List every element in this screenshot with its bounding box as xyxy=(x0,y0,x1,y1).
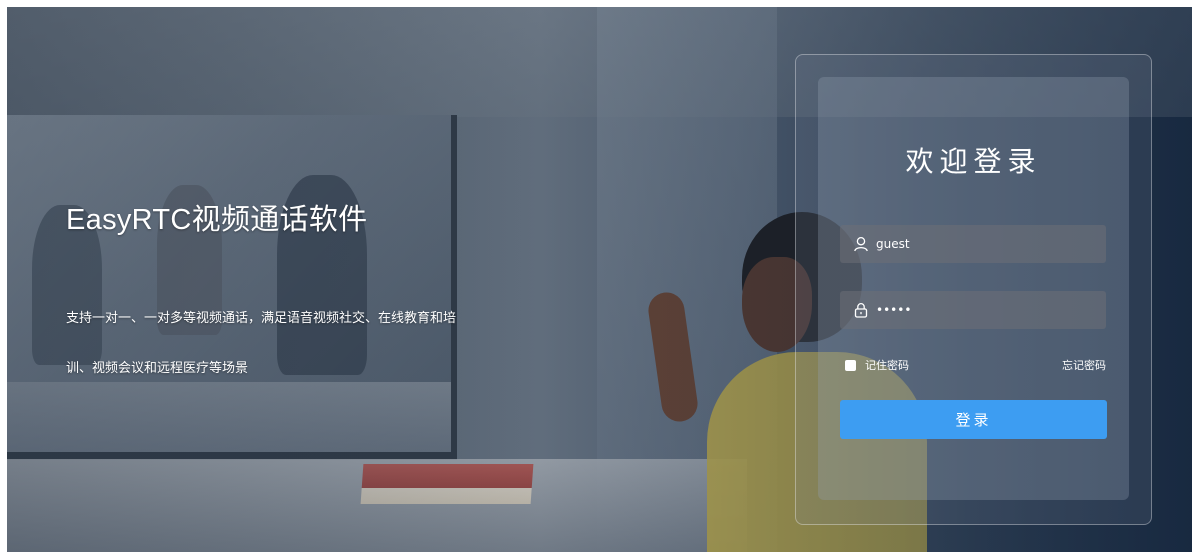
password-input[interactable] xyxy=(876,303,1096,317)
username-input[interactable] xyxy=(876,237,1096,251)
login-page: EasyRTC视频通话软件 支持一对一、一对多等视频通话，满足语音视频社交、在线… xyxy=(0,0,1192,552)
checkbox[interactable] xyxy=(845,359,856,371)
username-field[interactable] xyxy=(840,225,1106,263)
lock-icon xyxy=(852,301,870,319)
hero-title: EasyRTC视频通话软件 xyxy=(66,204,368,236)
remember-password-checkbox[interactable]: 记住密码 xyxy=(845,357,909,373)
login-title: 欢迎登录 xyxy=(905,145,1042,178)
hero-description: 支持一对一、一对多等视频通话，满足语音视频社交、在线教育和培训、视频会议和远程医… xyxy=(66,311,457,376)
user-icon xyxy=(852,235,870,253)
forgot-password-link[interactable]: 忘记密码 xyxy=(1050,357,1106,373)
remember-password-label: 记住密码 xyxy=(865,359,909,372)
password-field[interactable] xyxy=(840,291,1106,329)
login-button[interactable]: 登录 xyxy=(840,400,1107,439)
